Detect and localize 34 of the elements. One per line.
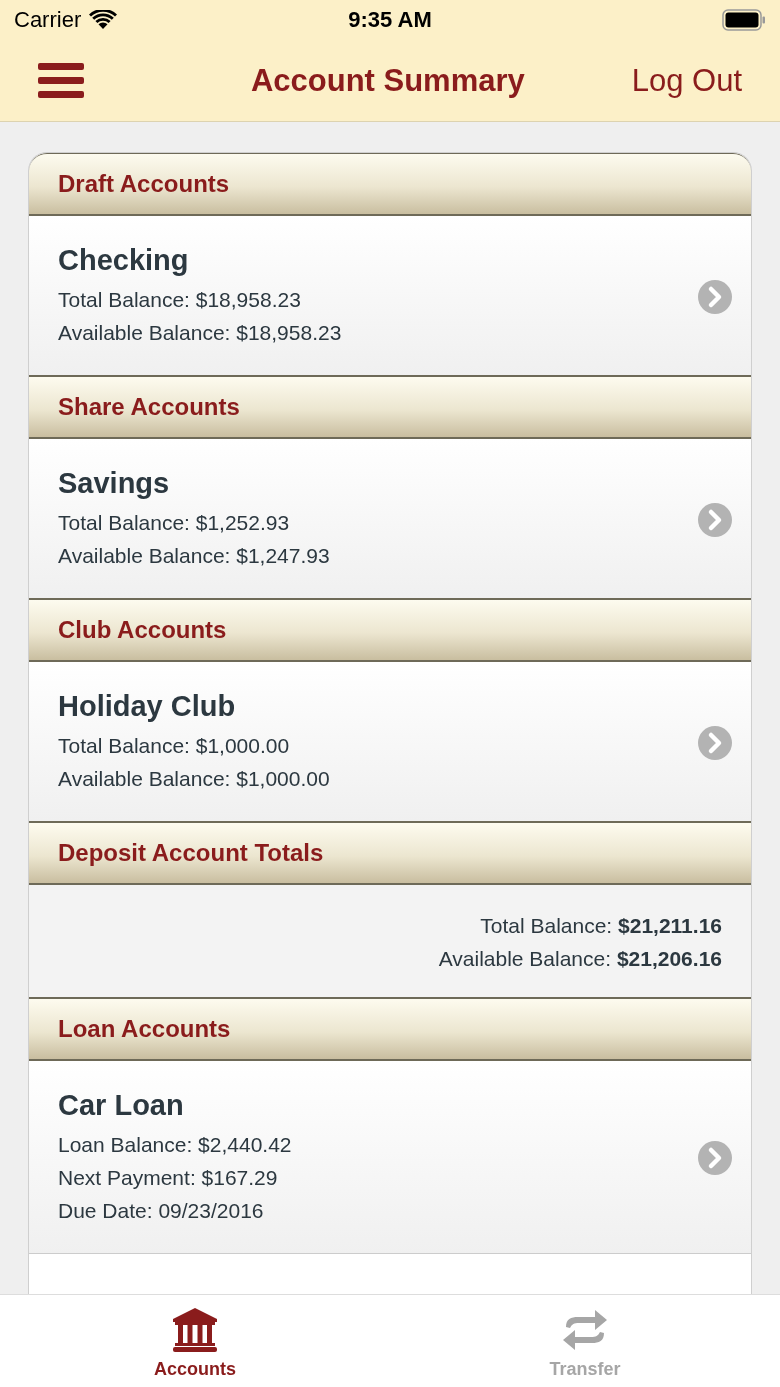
section-title: Club Accounts [58,616,227,644]
balance-text: Loan Balance: $2,440.42 [58,1132,293,1158]
account-name: Checking [58,244,190,277]
section-title: Deposit Account Totals [58,839,324,867]
balance-text: Total Balance: $1,000.00 [58,733,291,759]
total-text: Total Balance: $21,211.16 [480,913,722,939]
chevron-icon[interactable] [698,1141,732,1175]
balance-text: Total Balance: $1,252.93 [58,510,291,536]
balance-text: Total Balance: $18,958.23 [58,287,302,313]
log-out-button[interactable]: Log Out [631,62,742,99]
nav-title: Account Summary [249,62,526,99]
chevron-icon[interactable] [698,725,732,760]
menu-icon[interactable] [38,61,84,100]
chevron-icon[interactable] [698,279,732,314]
balance-text: Due Date: 09/23/2016 [58,1198,265,1224]
tab-item[interactable]: Accounts [0,1295,390,1387]
balance-text: Available Balance: $1,247.93 [58,543,331,569]
wifi-icon [89,10,118,30]
chevron-icon[interactable] [698,502,732,537]
section-title: Share Accounts [58,393,240,421]
balance-text: Available Balance: $18,958.23 [58,320,343,346]
balance-text: Available Balance: $1,000.00 [58,766,331,792]
carrier-label: Carrier [14,7,82,33]
balance-text: Next Payment: $167.29 [58,1165,279,1191]
total-text: Available Balance: $21,206.16 [438,946,722,972]
account-name: Holiday Club [58,690,237,723]
account-name: Car Loan [58,1089,185,1122]
account-name: Savings [58,467,171,500]
bank-icon [172,1307,218,1353]
status-time: 9:35 AM [348,7,432,33]
section-title: Draft Accounts [58,170,230,198]
battery-icon [722,9,766,31]
section-title: Loan Accounts [58,1015,231,1043]
swap-arrows-icon [562,1307,608,1353]
